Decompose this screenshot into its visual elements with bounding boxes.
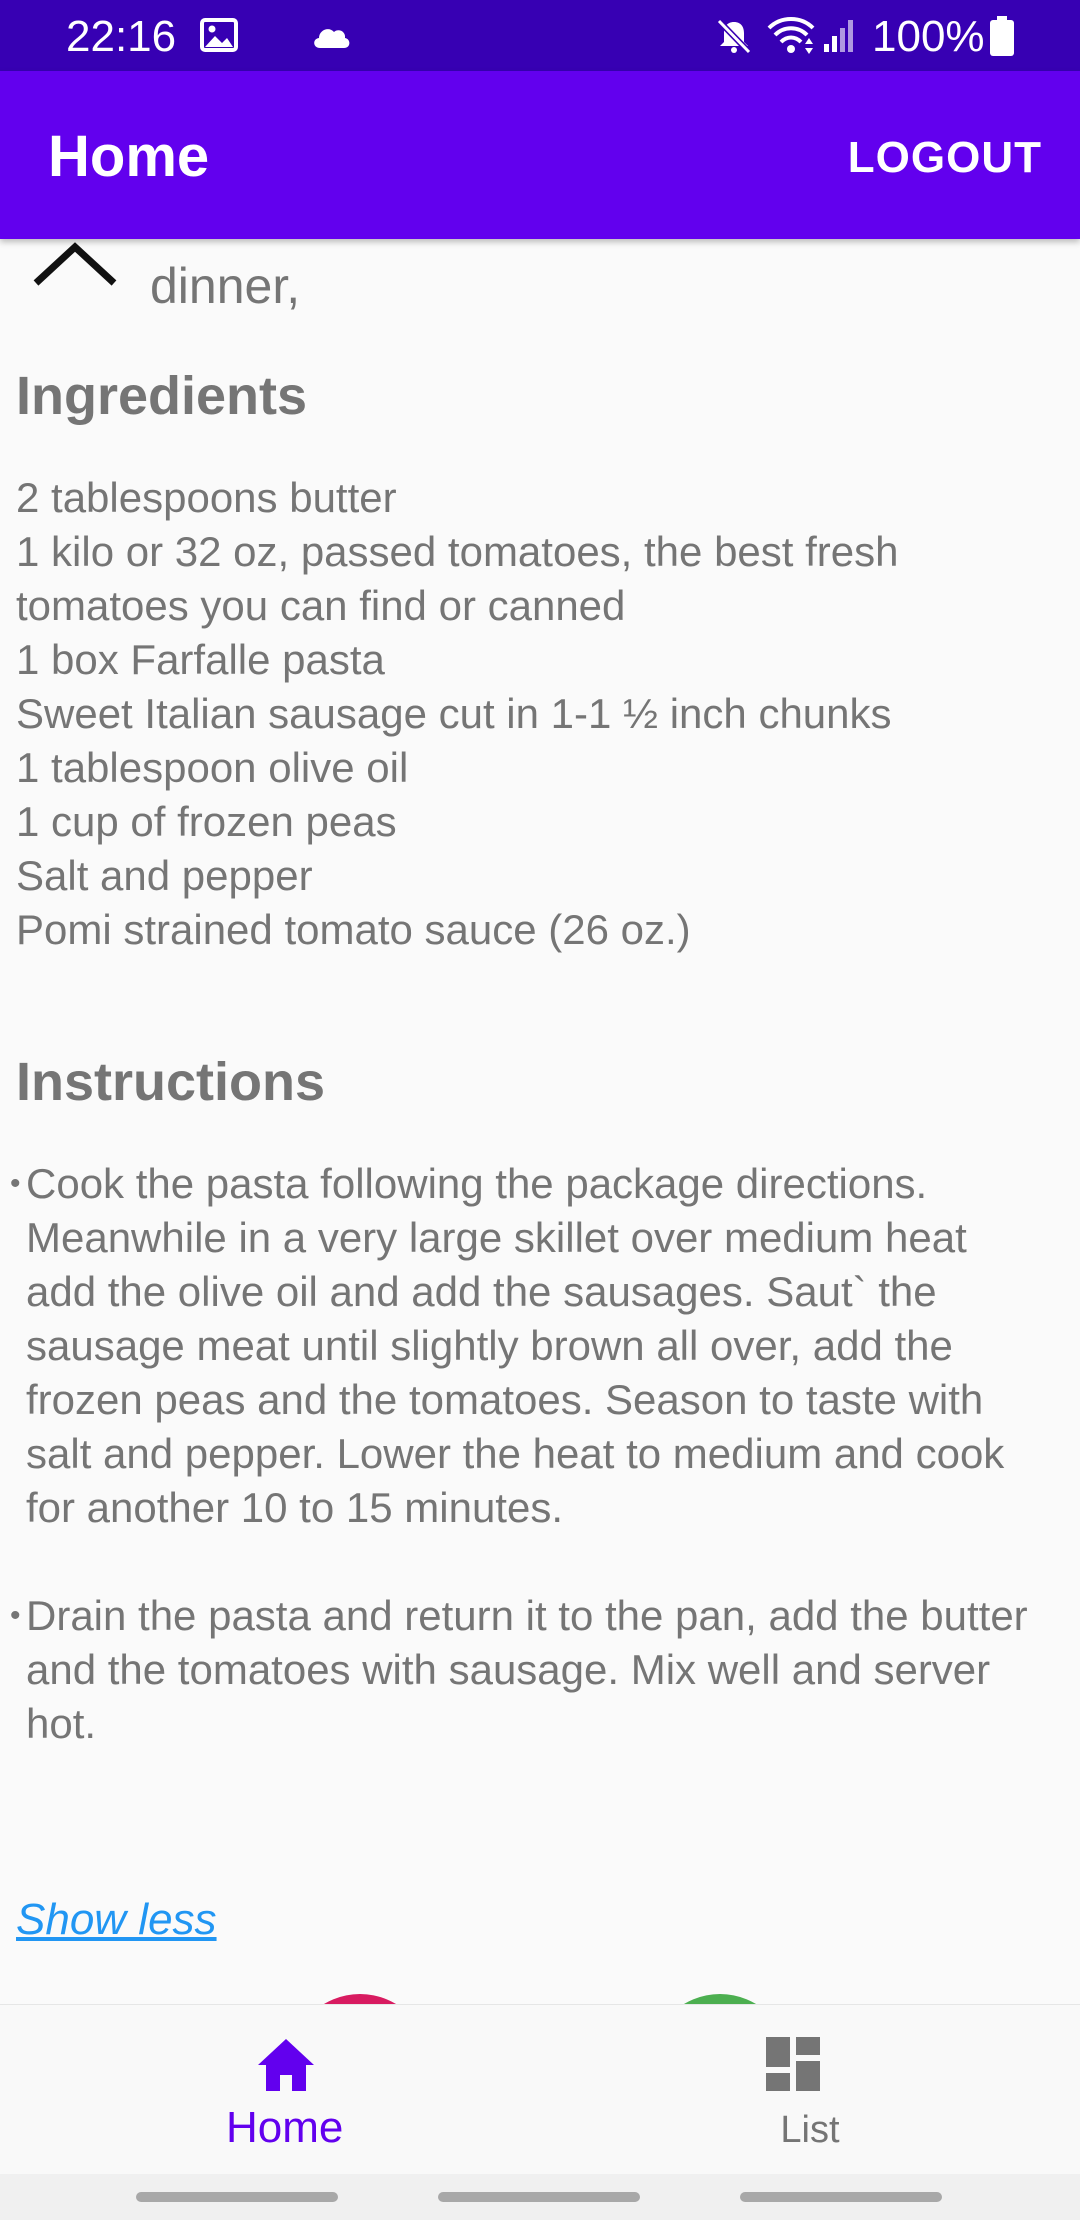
recent-apps-button[interactable] [136,2192,338,2202]
recipe-detail[interactable]: dinner, Ingredients 2 tablespoons butter… [0,239,1080,2004]
instruction-text: Drain the pasta and return it to the pan… [26,1592,1028,1747]
ingredient-item: Salt and pepper [16,852,313,899]
instruction-step: • Drain the pasta and return it to the p… [10,1589,1050,1751]
ingredient-item: 1 cup of frozen peas [16,798,397,845]
nav-item-list[interactable]: List [540,2005,1080,2175]
signal-icon [824,20,853,52]
ingredient-item: Pomi strained tomato sauce (26 oz.) [16,906,691,953]
bottom-navigation: Home List [0,2004,1080,2174]
nav-item-home[interactable]: Home [0,2005,540,2175]
dashboard-icon [766,2037,820,2091]
home-icon [258,2039,314,2091]
instruction-text: Cook the pasta following the package dir… [26,1160,1005,1531]
ingredient-item: 1 tablespoon olive oil [16,744,409,791]
instructions-heading: Instructions [16,1052,326,1112]
instruction-step: • Cook the pasta following the package d… [10,1157,1050,1535]
home-system-button[interactable] [438,2192,640,2202]
action-button-red[interactable] [290,1994,430,2004]
ingredient-item: Sweet Italian sausage cut in 1-1 ½ inch … [16,690,892,737]
battery-percent: 100% [872,12,985,61]
ingredient-item: 2 tablespoons butter [16,474,397,521]
nav-label-list: List [780,2109,840,2151]
battery-icon [990,16,1014,56]
action-button-green[interactable] [650,1994,790,2004]
recipe-meta: dinner, [150,258,301,314]
status-bar: 22:16 100% [0,0,1080,71]
status-time: 22:16 [66,12,177,61]
back-button[interactable] [740,2192,942,2202]
app-bar: Home LOGOUT [0,71,1080,239]
ingredients-list: 2 tablespoons butter 1 kilo or 32 oz, pa… [16,471,1056,957]
bullet-icon: • [10,1599,21,1632]
ingredients-heading: Ingredients [16,366,308,426]
cloud-icon [314,29,350,48]
wifi-icon [767,17,815,54]
chevron-up-icon[interactable] [30,239,120,289]
show-less-link[interactable]: Show less [16,1895,217,1945]
page-title: Home [48,124,210,189]
logout-button[interactable]: LOGOUT [848,133,1042,183]
bullet-icon: • [10,1167,21,1200]
system-navigation-bar [0,2174,1080,2220]
mute-icon [716,18,752,55]
instructions-list: • Cook the pasta following the package d… [10,1157,1050,1805]
nav-label-home: Home [226,2103,344,2152]
gallery-icon [200,18,238,52]
ingredient-item: 1 box Farfalle pasta [16,636,385,683]
ingredient-item: 1 kilo or 32 oz, passed tomatoes, the be… [16,528,899,629]
